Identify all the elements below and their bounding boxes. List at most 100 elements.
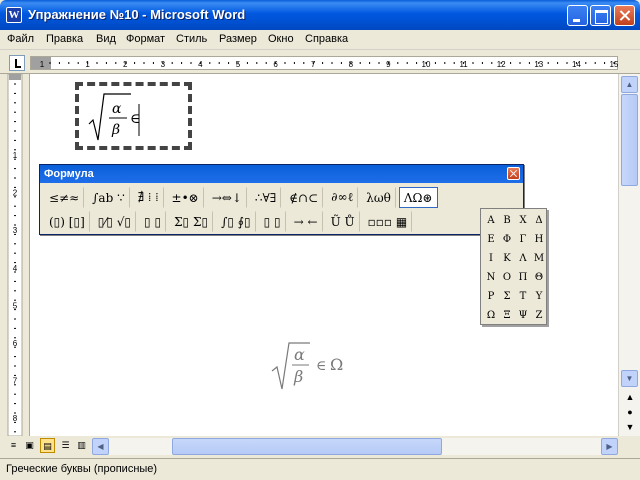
greek-letter-button[interactable]: Φ bbox=[499, 230, 515, 249]
minimize-button[interactable] bbox=[567, 5, 588, 26]
greek-letter-button[interactable]: Μ bbox=[531, 249, 547, 268]
greek-letter-button[interactable]: Υ bbox=[531, 287, 547, 306]
rendered-equation: α β ∈ Ω bbox=[270, 337, 380, 400]
misc-symbols-button[interactable]: ∂∞ℓ bbox=[326, 187, 359, 208]
greek-letter-button[interactable]: Η bbox=[531, 230, 547, 249]
greek-letter-button[interactable]: Ξ bbox=[499, 306, 515, 325]
matrix-templates-button[interactable]: ▫▫▫ ▦ bbox=[363, 211, 413, 232]
formula-toolbar-close-icon[interactable] bbox=[507, 167, 520, 180]
formula-row-templates: (▯) [▯] ▯⁄▯ √▯ ▯ ▯ Σ▯ Σ▯ ∫▯ ∮▯ ▯ ▯ → ← Ũ… bbox=[44, 210, 415, 233]
underbar-overbar-templates-button[interactable]: ▯ ▯ bbox=[259, 211, 286, 232]
subscript-superscript-templates-button[interactable]: ▯ ▯ bbox=[139, 211, 167, 232]
previous-page-icon[interactable]: ▲ bbox=[623, 390, 637, 404]
greek-letter-button[interactable]: Θ bbox=[531, 268, 547, 287]
integral-templates-button[interactable]: ∫▯ ∮▯ bbox=[216, 211, 256, 232]
embellishments-button[interactable]: ∄ ⁞ ⁞ bbox=[133, 187, 164, 208]
logical-symbols-button[interactable]: ∴∀∃ bbox=[250, 187, 282, 208]
greek-letter-button[interactable]: Α bbox=[483, 211, 499, 230]
greek-uppercase-button[interactable]: ΛΩ⊛ bbox=[398, 187, 438, 208]
ruler-number: 6 bbox=[273, 60, 278, 69]
vertical-scroll-thumb[interactable] bbox=[621, 94, 638, 186]
greek-letter-button[interactable]: Ζ bbox=[531, 306, 547, 325]
greek-letter-button[interactable]: Β bbox=[499, 211, 515, 230]
menu-file[interactable]: Файл bbox=[7, 33, 34, 45]
vertical-ruler[interactable]: 12345678910 bbox=[0, 74, 30, 436]
menu-format[interactable]: Формат bbox=[126, 33, 165, 45]
eq-numerator: α bbox=[112, 101, 122, 117]
greek-letter-button[interactable]: Π bbox=[515, 268, 531, 287]
greek-letter-button[interactable]: Δ bbox=[531, 211, 547, 230]
rendered-equation-svg: α β ∈ Ω bbox=[271, 342, 343, 390]
fraction-radical-templates-button[interactable]: ▯⁄▯ √▯ bbox=[93, 211, 137, 232]
maximize-button[interactable] bbox=[590, 5, 611, 26]
horizontal-scroll-thumb[interactable] bbox=[172, 438, 442, 455]
greek-letter-button[interactable]: Ω bbox=[483, 306, 499, 325]
menu-size[interactable]: Размер bbox=[219, 33, 257, 45]
tab-stop-selector[interactable] bbox=[9, 55, 25, 71]
products-set-templates-button[interactable]: Ũ Ů bbox=[326, 211, 360, 232]
ruler-number: 1 bbox=[85, 60, 90, 69]
greek-letter-button[interactable]: Λ bbox=[515, 249, 531, 268]
menu-edit[interactable]: Правка bbox=[46, 33, 83, 45]
ruler-number: 4 bbox=[198, 60, 203, 69]
greek-uppercase-palette: ΑΒΧΔ ΕΦΓΗ ΙΚΛΜ ΝΟΠΘ ΡΣΤΥ ΩΞΨΖ bbox=[480, 208, 547, 325]
formula-toolbar[interactable]: Формула ≤≠≈ ∫ab ∵ ∄ ⁞ ⁞ ±•⊗ →⇔↓ ∴∀∃ ∉∩⊂ … bbox=[39, 164, 524, 235]
relational-symbols-button[interactable]: ≤≠≈ bbox=[44, 187, 85, 208]
greek-letter-button[interactable]: Ν bbox=[483, 268, 499, 287]
rendered-relation: ∈ bbox=[316, 358, 326, 374]
greek-letter-button[interactable]: Κ bbox=[499, 249, 515, 268]
select-browse-object-icon[interactable]: ● bbox=[623, 405, 637, 419]
greek-letter-button[interactable]: Τ bbox=[515, 287, 531, 306]
greek-letter-button[interactable]: Ψ bbox=[515, 306, 531, 325]
scroll-left-button[interactable]: ◀ bbox=[92, 438, 109, 455]
fence-templates-button[interactable]: (▯) [▯] bbox=[44, 211, 90, 232]
scroll-right-button[interactable]: ▶ bbox=[601, 438, 618, 455]
formula-toolbar-title[interactable]: Формула bbox=[40, 165, 523, 183]
scroll-down-button[interactable]: ▼ bbox=[621, 370, 638, 387]
greek-lowercase-button[interactable]: λωθ bbox=[361, 187, 396, 208]
equation-edit-frame[interactable]: α β ∈ bbox=[74, 81, 193, 151]
scroll-up-button[interactable]: ▲ bbox=[621, 76, 638, 93]
eq-denominator: β bbox=[111, 122, 120, 138]
vertical-ruler-number: 2 bbox=[13, 189, 18, 198]
close-button[interactable] bbox=[614, 5, 635, 26]
reading-view-icon[interactable]: ▥ bbox=[74, 438, 89, 453]
greek-letter-button[interactable]: Ε bbox=[483, 230, 499, 249]
ruler-number: 7 bbox=[311, 60, 316, 69]
menu-help[interactable]: Справка bbox=[305, 33, 348, 45]
greek-letter-button[interactable]: Ο bbox=[499, 268, 515, 287]
title-bar[interactable]: W Упражнение №10 - Microsoft Word bbox=[0, 0, 640, 30]
outline-view-icon[interactable]: ☰ bbox=[58, 438, 73, 453]
greek-letter-button[interactable]: Ι bbox=[483, 249, 499, 268]
window-title: Упражнение №10 - Microsoft Word bbox=[28, 7, 246, 22]
equation-edit-svg: α β ∈ bbox=[88, 93, 140, 141]
vertical-ruler-number: 5 bbox=[13, 301, 18, 310]
word-app-icon[interactable]: W bbox=[6, 7, 22, 23]
menu-view[interactable]: Вид bbox=[96, 33, 116, 45]
ruler-number: 9 bbox=[386, 60, 391, 69]
vertical-scrollbar[interactable]: ▲ ▼ ▲ ● ▼ bbox=[618, 74, 640, 436]
operator-symbols-button[interactable]: ±•⊗ bbox=[167, 187, 204, 208]
vertical-ruler-number: 7 bbox=[13, 377, 18, 386]
labeled-arrow-templates-button[interactable]: → ← bbox=[289, 211, 323, 232]
set-theory-button[interactable]: ∉∩⊂ bbox=[284, 187, 324, 208]
summation-templates-button[interactable]: Σ▯ Σ▯ bbox=[169, 211, 214, 232]
equation-editing[interactable]: α β ∈ bbox=[87, 90, 187, 149]
menu-window[interactable]: Окно bbox=[268, 33, 294, 45]
web-view-icon[interactable]: ▣ bbox=[22, 438, 37, 453]
arrow-symbols-button[interactable]: →⇔↓ bbox=[207, 187, 247, 208]
ruler-number: 13 bbox=[534, 60, 543, 69]
greek-letter-button[interactable]: Γ bbox=[515, 230, 531, 249]
horizontal-scrollbar[interactable]: ◀ ▶ bbox=[92, 438, 618, 455]
greek-letter-grid: ΑΒΧΔ ΕΦΓΗ ΙΚΛΜ ΝΟΠΘ ΡΣΤΥ ΩΞΨΖ bbox=[483, 211, 547, 325]
normal-view-icon[interactable]: ≡ bbox=[6, 438, 21, 453]
greek-letter-button[interactable]: Χ bbox=[515, 211, 531, 230]
greek-letter-button[interactable]: Σ bbox=[499, 287, 515, 306]
menu-style[interactable]: Стиль bbox=[176, 33, 207, 45]
next-page-icon[interactable]: ▼ bbox=[623, 420, 637, 434]
spaces-ellipses-button[interactable]: ∫ab ∵ bbox=[87, 187, 130, 208]
vertical-ruler-number: 1 bbox=[13, 151, 18, 160]
greek-letter-button[interactable]: Ρ bbox=[483, 287, 499, 306]
print-layout-view-icon[interactable]: ▤ bbox=[40, 438, 55, 453]
horizontal-scroll-area: ≡ ▣ ▤ ☰ ▥ ◀ ▶ bbox=[0, 436, 640, 456]
